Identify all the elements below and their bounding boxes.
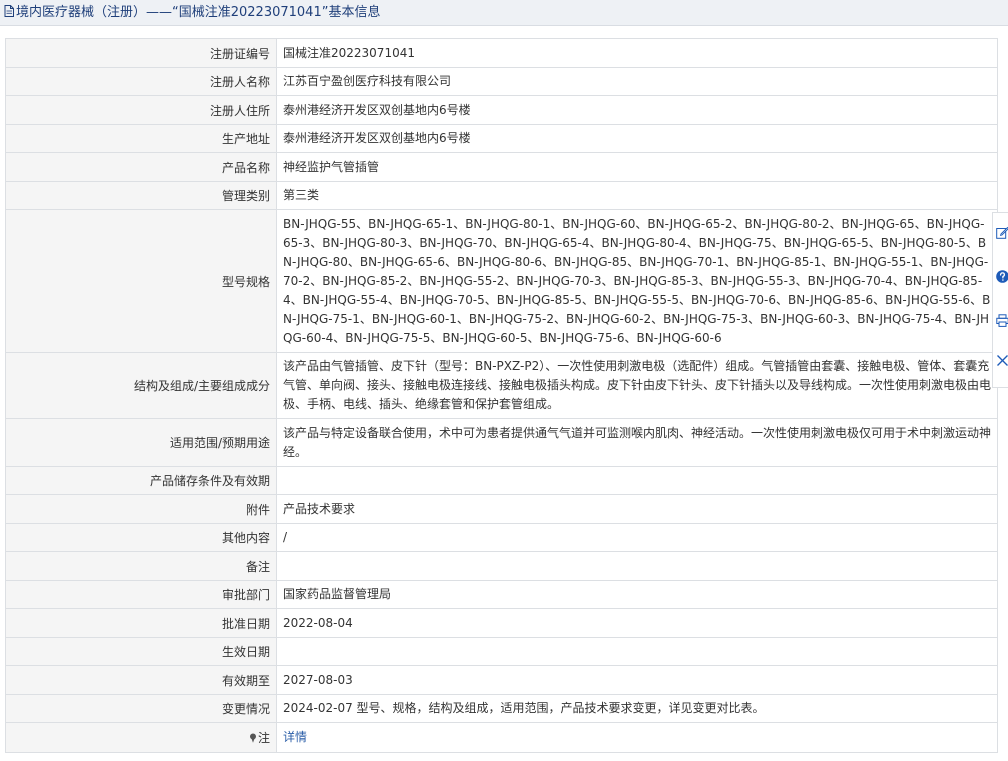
table-row: 注 详情: [5, 722, 998, 753]
table-row: 产品名称 神经监护气管插管: [5, 152, 998, 182]
row-value: 泰州港经济开发区双创基地内6号楼: [276, 124, 998, 153]
table-row: 注册人住所 泰州港经济开发区双创基地内6号楼: [5, 95, 998, 125]
row-value: 江苏百宁盈创医疗科技有限公司: [276, 67, 998, 96]
table-row: 有效期至 2027-08-03: [5, 665, 998, 695]
table-row: 注册证编号 国械注准20223071041: [5, 38, 998, 68]
print-icon[interactable]: [996, 314, 1008, 327]
row-value: 国械注准20223071041: [276, 38, 998, 68]
row-value: 神经监护气管插管: [276, 152, 998, 182]
pin-icon: [249, 733, 256, 743]
row-label: 结构及组成/主要组成成分: [5, 352, 277, 419]
row-label: 批准日期: [5, 608, 277, 638]
note-label-cell: 注: [5, 722, 277, 753]
row-label: 产品名称: [5, 152, 277, 182]
table-row: 审批部门 国家药品监督管理局: [5, 580, 998, 609]
row-value: 产品技术要求: [276, 494, 998, 524]
row-value: [276, 466, 998, 495]
row-label: 注册人名称: [5, 67, 277, 96]
edit-icon[interactable]: [996, 226, 1008, 239]
row-label: 其他内容: [5, 523, 277, 552]
help-icon[interactable]: [996, 270, 1008, 283]
table-row: 变更情况 2024-02-07 型号、规格，结构及组成，适用范围，产品技术要求变…: [5, 694, 998, 723]
row-label: 型号规格: [5, 209, 277, 353]
info-table: 注册证编号 国械注准20223071041 注册人名称 江苏百宁盈创医疗科技有限…: [5, 38, 998, 753]
row-label: 变更情况: [5, 694, 277, 723]
row-label: 生效日期: [5, 637, 277, 666]
note-label: 注: [257, 731, 270, 745]
row-value: BN-JHQG-55、BN-JHQG-65-1、BN-JHQG-80-1、BN-…: [276, 209, 998, 353]
row-value: 2027-08-03: [276, 665, 998, 695]
row-label: 生产地址: [5, 124, 277, 153]
table-row: 型号规格 BN-JHQG-55、BN-JHQG-65-1、BN-JHQG-80-…: [5, 209, 998, 353]
table-row: 其他内容 /: [5, 523, 998, 552]
table-row: 适用范围/预期用途 该产品与特定设备联合使用，术中可为患者提供通气气道并可监测喉…: [5, 418, 998, 467]
row-label: 附件: [5, 494, 277, 524]
row-value: 2022-08-04: [276, 608, 998, 638]
page-title-text: 境内医疗器械（注册）——“国械注准20223071041”基本信息: [16, 5, 381, 20]
document-icon: [4, 5, 14, 17]
row-label: 备注: [5, 551, 277, 581]
row-value: 该产品与特定设备联合使用，术中可为患者提供通气气道并可监测喉内肌肉、神经活动。一…: [276, 418, 998, 467]
table-row: 备注: [5, 551, 998, 581]
row-label: 产品储存条件及有效期: [5, 466, 277, 495]
close-icon[interactable]: [996, 354, 1008, 367]
row-value: 第三类: [276, 181, 998, 210]
row-label: 审批部门: [5, 580, 277, 609]
row-value: 该产品由气管插管、皮下针（型号：BN-PXZ-P2）、一次性使用刺激电极（选配件…: [276, 352, 998, 419]
table-row: 结构及组成/主要组成成分 该产品由气管插管、皮下针（型号：BN-PXZ-P2）、…: [5, 352, 998, 419]
table-row: 注册人名称 江苏百宁盈创医疗科技有限公司: [5, 67, 998, 96]
row-label: 管理类别: [5, 181, 277, 210]
table-row: 批准日期 2022-08-04: [5, 608, 998, 638]
row-value: [276, 551, 998, 581]
row-value: 泰州港经济开发区双创基地内6号楼: [276, 95, 998, 125]
note-value-cell: 详情: [276, 722, 998, 753]
page-title: 境内医疗器械（注册）——“国械注准20223071041”基本信息: [4, 4, 380, 22]
table-row: 生产地址 泰州港经济开发区双创基地内6号楼: [5, 124, 998, 153]
table-row: 产品储存条件及有效期: [5, 466, 998, 495]
header-bar: 境内医疗器械（注册）——“国械注准20223071041”基本信息: [0, 0, 1008, 26]
row-value: 2024-02-07 型号、规格，结构及组成，适用范围，产品技术要求变更，详见变…: [276, 694, 998, 723]
row-value: /: [276, 523, 998, 552]
row-label: 适用范围/预期用途: [5, 418, 277, 467]
table-row: 生效日期: [5, 637, 998, 666]
row-value: 国家药品监督管理局: [276, 580, 998, 609]
side-toolbar: [992, 212, 1008, 388]
table-row: 附件 产品技术要求: [5, 494, 998, 524]
row-value: [276, 637, 998, 666]
details-link[interactable]: 详情: [283, 730, 307, 744]
table-row: 管理类别 第三类: [5, 181, 998, 210]
row-label: 有效期至: [5, 665, 277, 695]
row-label: 注册证编号: [5, 38, 277, 68]
row-label: 注册人住所: [5, 95, 277, 125]
